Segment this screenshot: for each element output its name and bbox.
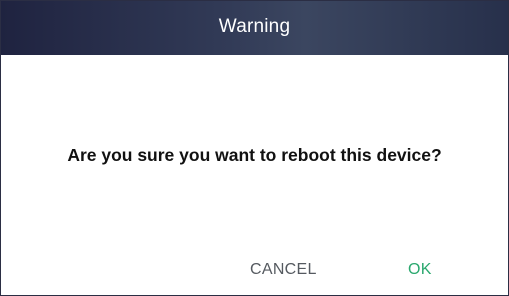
dialog-header: Warning: [1, 1, 508, 55]
cancel-button[interactable]: CANCEL: [244, 257, 323, 283]
reboot-warning-dialog: Warning Are you sure you want to reboot …: [0, 0, 509, 296]
dialog-title: Warning: [218, 15, 291, 37]
dialog-message: Are you sure you want to reboot this dev…: [67, 145, 442, 165]
ok-button[interactable]: OK: [402, 257, 438, 283]
